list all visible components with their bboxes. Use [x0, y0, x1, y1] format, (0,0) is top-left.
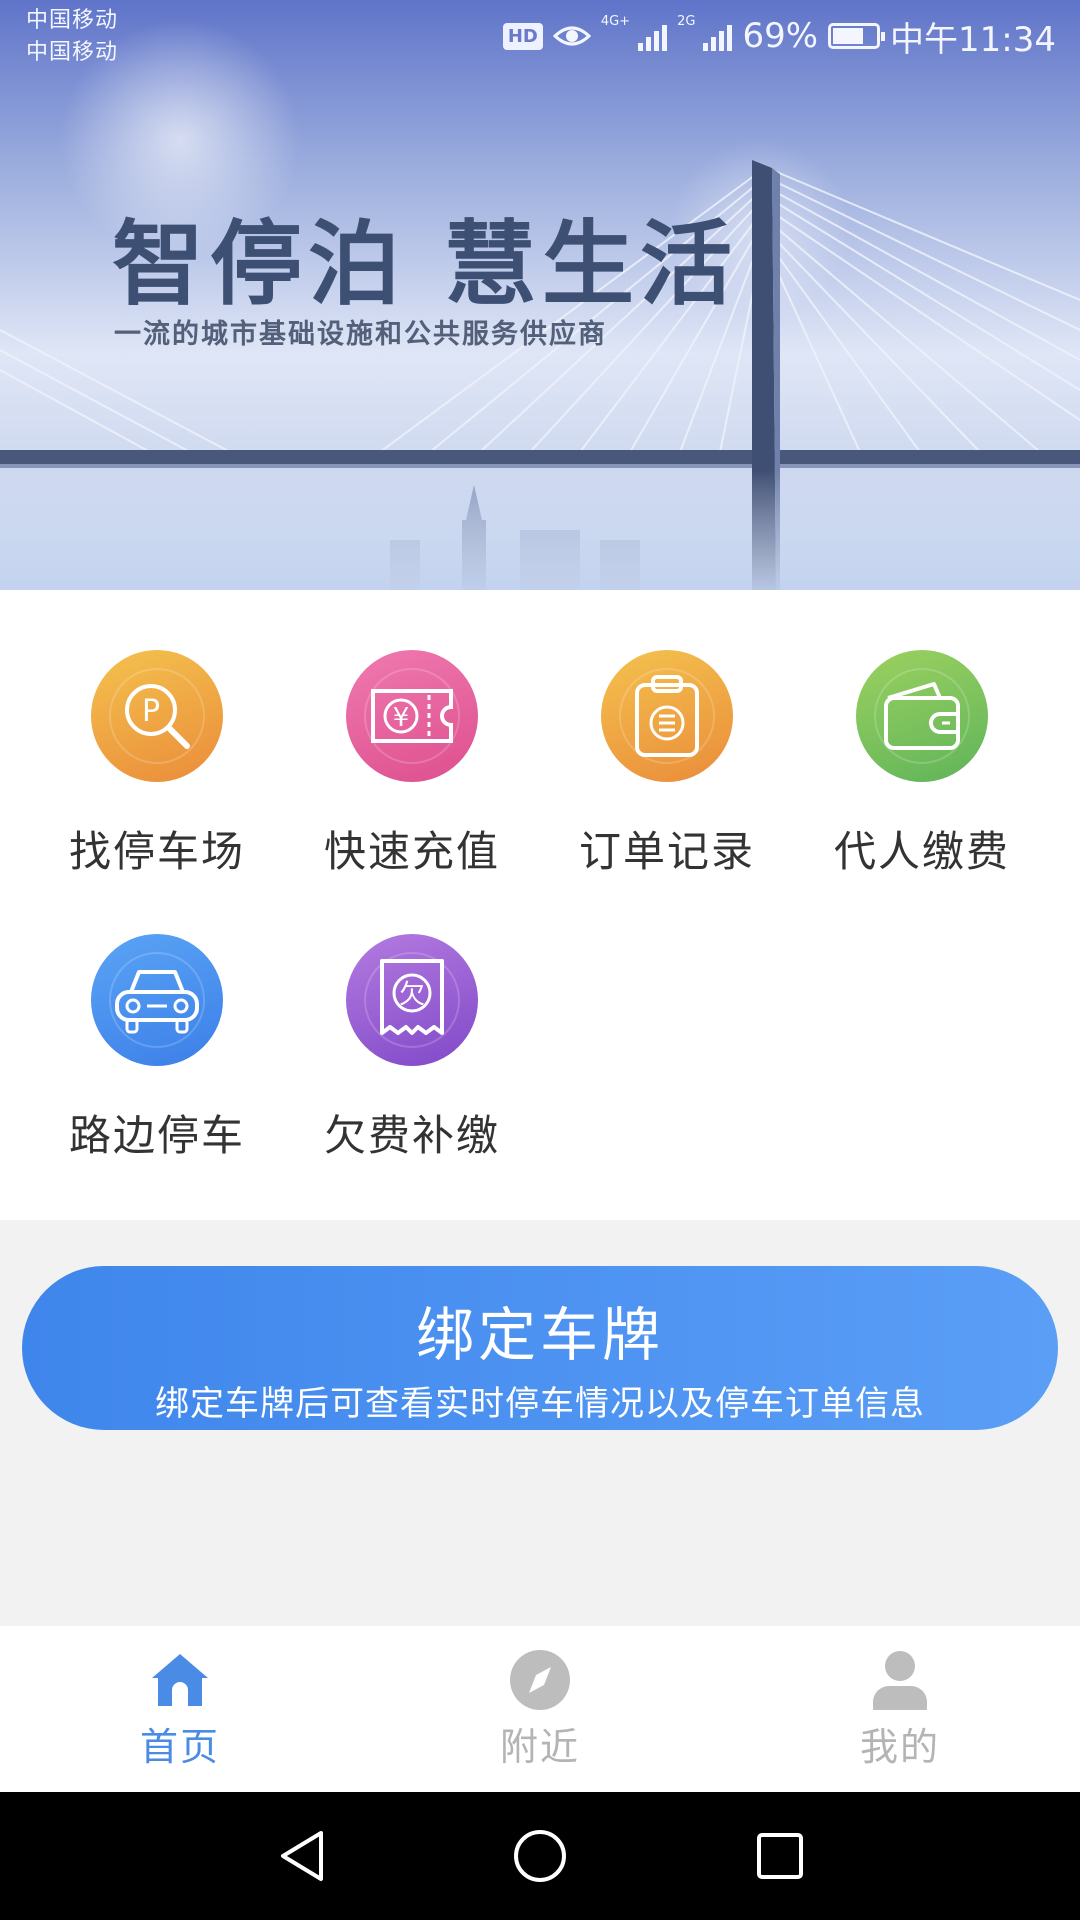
system-nav-bar — [0, 1792, 1080, 1920]
network-type-1: 4G+ — [600, 14, 631, 29]
feature-menu: P 找停车场 ¥ 快速充值 订单记录 代人缴费 路边停车 欠 欠费补缴 — [0, 590, 1080, 1220]
menu-item-find-parking[interactable]: P 找停车场 — [32, 650, 282, 910]
menu-item-label: 欠费补缴 — [323, 1111, 500, 1160]
parking-search-icon: P — [91, 650, 223, 782]
yuan-ticket-icon: ¥ — [346, 650, 478, 782]
status-indicators: HD 4G+ 2G 69% 中午11:34 — [502, 14, 1056, 60]
menu-item-pay-for-others[interactable]: 代人缴费 — [797, 650, 1047, 910]
parking-glyph: P — [142, 694, 160, 729]
car-icon — [91, 934, 223, 1066]
home-circle-icon[interactable] — [508, 1824, 572, 1888]
wallet-icon — [856, 650, 988, 782]
menu-item-label: 找停车场 — [68, 827, 245, 876]
tab-nearby[interactable]: 附近 — [420, 1626, 660, 1792]
menu-item-label: 代人缴费 — [833, 827, 1010, 876]
battery-level — [833, 28, 864, 44]
eye-comfort-icon — [552, 26, 591, 46]
menu-item-label: 订单记录 — [578, 827, 755, 876]
clock: 中午11:34 — [890, 19, 1056, 60]
signal-icon-1 — [638, 21, 668, 51]
arrears-glyph: 欠 — [399, 980, 425, 1010]
arrears-receipt-icon: 欠 — [346, 934, 478, 1066]
hd-badge: HD — [502, 22, 543, 50]
bind-plate-button[interactable]: 绑定车牌 绑定车牌后可查看实时停车情况以及停车订单信息 — [22, 1266, 1058, 1430]
app-screen: 中国移动 中国移动 HD 4G+ 2G 69% 中午11:34 智停泊 慧生活 … — [0, 0, 1080, 1920]
banner-title: 智停泊 慧生活 — [112, 211, 739, 318]
menu-item-arrears-payment[interactable]: 欠 欠费补缴 — [287, 934, 537, 1194]
home-icon — [148, 1648, 212, 1712]
network-type-2: 2G — [677, 14, 696, 29]
yuan-glyph: ¥ — [393, 703, 410, 733]
back-icon[interactable] — [270, 1824, 334, 1888]
menu-item-label: 快速充值 — [323, 827, 500, 876]
carrier-label-2: 中国移动 — [26, 40, 119, 65]
signal-icon-2 — [703, 21, 733, 51]
tab-label: 附近 — [499, 1725, 580, 1769]
tab-label: 首页 — [139, 1725, 220, 1769]
menu-item-quick-recharge[interactable]: ¥ 快速充值 — [287, 650, 537, 910]
menu-item-street-parking[interactable]: 路边停车 — [32, 934, 282, 1194]
menu-item-order-records[interactable]: 订单记录 — [542, 650, 792, 910]
tab-home[interactable]: 首页 — [60, 1626, 300, 1792]
bind-plate-description: 绑定车牌后可查看实时停车情况以及停车订单信息 — [155, 1384, 925, 1424]
hero-banner[interactable]: 中国移动 中国移动 HD 4G+ 2G 69% 中午11:34 智停泊 慧生活 … — [0, 0, 1080, 590]
banner-subtitle: 一流的城市基础设施和公共服务供应商 — [114, 319, 607, 350]
tab-mine[interactable]: 我的 — [780, 1626, 1020, 1792]
status-bar: 中国移动 中国移动 HD 4G+ 2G 69% 中午11:34 — [0, 0, 1080, 70]
compass-icon — [508, 1648, 572, 1712]
bottom-tab-bar: 首页 附近 我的 — [0, 1626, 1080, 1792]
recents-square-icon[interactable] — [748, 1824, 812, 1888]
bind-plate-title: 绑定车牌 — [415, 1301, 664, 1369]
clipboard-icon — [601, 650, 733, 782]
user-icon — [868, 1648, 932, 1712]
battery-icon — [828, 23, 886, 49]
battery-percent: 69% — [742, 16, 819, 56]
tab-label: 我的 — [859, 1725, 940, 1769]
menu-item-label: 路边停车 — [68, 1111, 245, 1160]
carrier-label-1: 中国移动 — [26, 8, 119, 33]
